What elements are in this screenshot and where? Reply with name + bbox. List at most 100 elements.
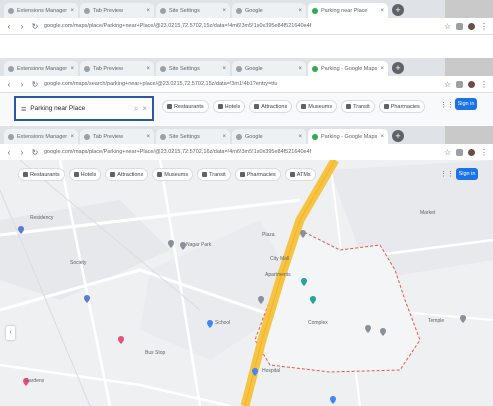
browser-tab[interactable]: Extensions Manager × xyxy=(4,61,78,76)
extension-icon[interactable] xyxy=(456,80,463,88)
avatar[interactable] xyxy=(468,148,475,156)
close-tab-icon[interactable]: × xyxy=(222,134,226,140)
close-window-button[interactable] xyxy=(477,58,493,76)
map-pin-icon[interactable] xyxy=(460,315,466,323)
more-menu-icon[interactable]: ⋮ xyxy=(480,148,488,157)
reload-icon[interactable]: ↻ xyxy=(31,22,39,31)
close-tab-icon[interactable]: × xyxy=(146,8,150,14)
close-tab-icon[interactable]: × xyxy=(298,66,302,72)
search-icon[interactable]: ⌕ xyxy=(134,104,138,114)
close-tab-icon[interactable]: × xyxy=(298,134,302,140)
apps-grid-icon[interactable]: ⋮⋮ xyxy=(440,170,454,178)
search-input[interactable]: Parking near Place xyxy=(30,105,130,112)
collapse-panel-button[interactable]: ‹ xyxy=(6,326,15,340)
chip-museums[interactable]: Museums xyxy=(152,168,194,181)
minimize-button[interactable] xyxy=(445,126,461,144)
map-pin-icon[interactable] xyxy=(380,328,386,336)
back-icon[interactable]: ‹ xyxy=(5,148,13,157)
maximize-button[interactable] xyxy=(461,0,477,18)
close-window-button[interactable] xyxy=(477,126,493,144)
place-label[interactable]: Apartments xyxy=(265,272,291,278)
menu-icon[interactable]: ≡ xyxy=(21,104,26,114)
map-pin-icon[interactable] xyxy=(84,295,90,303)
chip-hotels[interactable]: Hotels xyxy=(68,168,102,181)
avatar[interactable] xyxy=(468,22,475,30)
new-tab-icon[interactable]: + xyxy=(392,130,404,142)
more-menu-icon[interactable]: ⋮ xyxy=(480,22,488,31)
browser-tab[interactable]: Site Settings × xyxy=(156,129,230,144)
close-tab-icon[interactable]: × xyxy=(222,66,226,72)
map-pin-icon[interactable] xyxy=(118,336,124,344)
place-label[interactable]: Society xyxy=(70,260,86,266)
place-label[interactable]: Residency xyxy=(30,215,53,221)
place-label[interactable]: Complex xyxy=(308,320,328,326)
close-tab-icon[interactable]: × xyxy=(70,134,74,140)
close-tab-icon[interactable]: × xyxy=(380,66,384,72)
browser-tab[interactable]: Extensions Manager × xyxy=(4,129,78,144)
close-tab-icon[interactable]: × xyxy=(380,134,384,140)
maximize-button[interactable] xyxy=(461,58,477,76)
bookmark-star-icon[interactable]: ☆ xyxy=(444,148,451,156)
minimize-button[interactable] xyxy=(445,0,461,18)
extension-icon[interactable] xyxy=(456,148,463,156)
browser-tab[interactable]: Site Settings × xyxy=(156,3,230,18)
browser-tab[interactable]: Extensions Manager × xyxy=(4,3,78,18)
maximize-button[interactable] xyxy=(461,126,477,144)
close-tab-icon[interactable]: × xyxy=(222,8,226,14)
browser-tab[interactable]: Tab Preview × xyxy=(80,129,154,144)
place-label[interactable]: Gardens xyxy=(25,378,44,384)
apps-grid-icon[interactable]: ⋮⋮ xyxy=(440,101,454,109)
close-tab-icon[interactable]: × xyxy=(70,66,74,72)
chip-hotels[interactable]: Hotels xyxy=(212,100,246,113)
map-pin-icon[interactable] xyxy=(207,320,213,328)
chip-restaurants[interactable]: Restaurants xyxy=(18,168,65,181)
avatar[interactable] xyxy=(468,80,475,88)
extension-icon[interactable] xyxy=(456,22,463,30)
map-canvas[interactable]: Residency Society Nagar Park Plaza City … xyxy=(0,160,493,406)
minimize-button[interactable] xyxy=(445,58,461,76)
close-tab-icon[interactable]: × xyxy=(70,8,74,14)
close-window-button[interactable] xyxy=(477,0,493,18)
forward-icon[interactable]: › xyxy=(18,22,26,31)
new-tab-icon[interactable]: + xyxy=(392,4,404,16)
browser-tab[interactable]: Site Settings × xyxy=(156,61,230,76)
chip-transit[interactable]: Transit xyxy=(197,168,231,181)
browser-tab[interactable]: Google × xyxy=(232,129,306,144)
map-pin-icon[interactable] xyxy=(258,296,264,304)
map-pin-icon[interactable] xyxy=(168,240,174,248)
chip-attractions[interactable]: Attractions xyxy=(105,168,149,181)
bookmark-star-icon[interactable]: ☆ xyxy=(444,80,451,88)
map-pin-icon[interactable] xyxy=(300,230,306,238)
place-label[interactable]: School xyxy=(215,320,230,326)
maps-search-box[interactable]: ≡ Parking near Place ⌕ × xyxy=(14,96,154,121)
place-label[interactable]: City Mall xyxy=(270,256,289,262)
close-icon[interactable]: × xyxy=(142,104,147,113)
chip-transit[interactable]: Transit xyxy=(341,100,375,113)
map-pin-icon[interactable] xyxy=(330,396,336,404)
bookmark-star-icon[interactable]: ☆ xyxy=(444,22,451,30)
place-label[interactable]: Temple xyxy=(428,318,444,324)
chip-museums[interactable]: Museums xyxy=(296,100,338,113)
close-tab-icon[interactable]: × xyxy=(146,66,150,72)
map-pin-icon[interactable] xyxy=(365,325,371,333)
close-tab-icon[interactable]: × xyxy=(146,134,150,140)
forward-icon[interactable]: › xyxy=(18,148,26,157)
chip-pharmacies[interactable]: Pharmacies xyxy=(234,168,281,181)
close-tab-icon[interactable]: × xyxy=(298,8,302,14)
map-pin-icon[interactable] xyxy=(310,296,316,304)
place-label[interactable]: Plaza xyxy=(262,232,275,238)
chip-atms[interactable]: ATMs xyxy=(284,168,316,181)
place-label[interactable]: Market xyxy=(420,210,435,216)
url-field[interactable]: google.com/maps/place/Parking+near+Place… xyxy=(44,149,439,155)
signin-button[interactable]: Sign in xyxy=(456,168,478,180)
place-label[interactable]: Bus Stop xyxy=(145,350,165,356)
chip-attractions[interactable]: Attractions xyxy=(249,100,293,113)
close-tab-icon[interactable]: × xyxy=(380,8,384,14)
browser-tab[interactable]: Tab Preview × xyxy=(80,3,154,18)
forward-icon[interactable]: › xyxy=(18,80,26,89)
more-menu-icon[interactable]: ⋮ xyxy=(480,80,488,89)
back-icon[interactable]: ‹ xyxy=(5,22,13,31)
place-label[interactable]: Nagar Park xyxy=(186,242,211,248)
map-pin-icon[interactable] xyxy=(18,226,24,234)
map-pin-icon[interactable] xyxy=(252,368,258,376)
